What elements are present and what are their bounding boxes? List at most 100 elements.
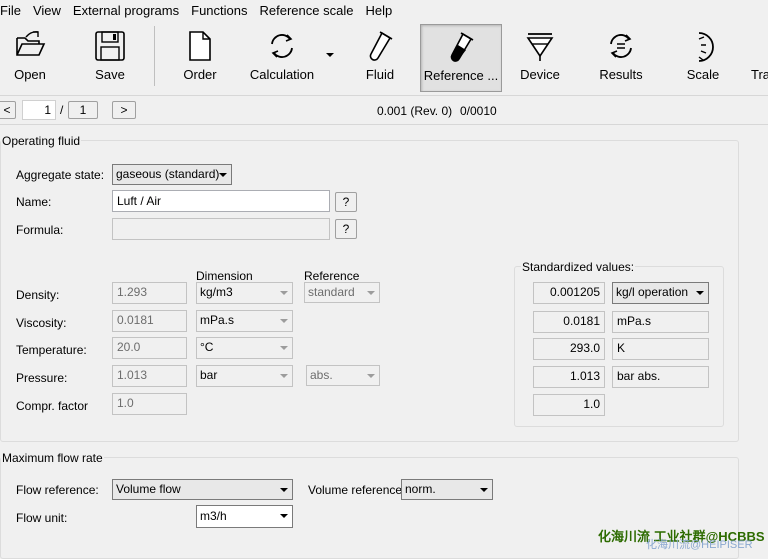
std-compr-factor-value: 1.0 — [533, 394, 605, 416]
chevron-down-icon — [280, 374, 288, 378]
viscosity-label: Viscosity: — [16, 316, 67, 330]
density-label: Density: — [16, 288, 60, 302]
formula-input[interactable] — [112, 218, 330, 240]
density-reference-select[interactable]: standard — [304, 282, 380, 303]
name-help-button[interactable]: ? — [335, 192, 357, 212]
reference-button[interactable]: Reference ... — [420, 24, 502, 92]
flow-reference-value: Volume flow — [116, 482, 181, 496]
device-label: Device — [520, 67, 560, 82]
chevron-down-icon — [367, 291, 375, 295]
standardized-values-title: Standardized values: — [521, 260, 636, 274]
device-funnel-icon — [526, 33, 554, 61]
std-viscosity-value: 0.0181 — [533, 311, 605, 333]
document-icon — [189, 31, 211, 61]
navigation-bar: < 1 / 1 > 0.001 (Rev. 0) 0/0010 — [0, 96, 768, 125]
aggregate-state-label: Aggregate state: — [16, 168, 105, 182]
std-density-unit-value: kg/l operation — [616, 285, 689, 299]
std-pressure-unit: bar abs. — [612, 366, 709, 388]
save-button[interactable]: Save — [82, 24, 138, 90]
chevron-down-icon — [280, 291, 288, 295]
calculation-dropdown-arrow-icon[interactable] — [326, 53, 334, 57]
calculation-button[interactable]: Calculation — [246, 24, 318, 90]
tra-button[interactable]: Tra — [746, 24, 768, 90]
results-label: Results — [599, 67, 643, 82]
scale-label: Scale — [686, 67, 720, 82]
dimension-header: Dimension — [196, 269, 253, 283]
temperature-label: Temperature: — [16, 343, 87, 357]
volume-reference-select[interactable]: norm. — [401, 479, 493, 500]
formula-help-button[interactable]: ? — [335, 219, 357, 239]
compr-factor-input[interactable]: 1.0 — [112, 393, 187, 415]
viscosity-input[interactable]: 0.0181 — [112, 310, 187, 332]
temperature-unit-value: °C — [200, 340, 214, 354]
compr-factor-label: Compr. factor — [16, 399, 89, 413]
pressure-reference-value: abs. — [310, 368, 333, 382]
scale-arc-icon — [698, 32, 714, 62]
operating-fluid-title: Operating fluid — [1, 134, 82, 148]
menu-external-programs[interactable]: External programs — [67, 0, 185, 22]
scale-button[interactable]: Scale — [676, 24, 730, 90]
std-temperature-unit: K — [612, 338, 709, 360]
std-pressure-value: 1.013 — [533, 366, 605, 388]
refresh-cycle-icon — [271, 34, 293, 58]
page-slash: / — [60, 103, 64, 117]
order-button[interactable]: Order — [172, 24, 228, 90]
reference-label: Reference ... — [423, 68, 499, 83]
fluid-label: Fluid — [365, 67, 395, 82]
pressure-label: Pressure: — [16, 371, 68, 385]
page-number-input[interactable]: 1 — [22, 100, 56, 120]
next-button[interactable]: > — [112, 101, 136, 119]
aggregate-state-select[interactable]: gaseous (standard) — [112, 164, 232, 185]
reference-header: Reference — [304, 269, 360, 283]
pressure-reference-select[interactable]: abs. — [306, 365, 380, 386]
menu-file[interactable]: File — [0, 0, 27, 22]
name-input[interactable]: Luft / Air — [112, 190, 330, 212]
viscosity-unit-select[interactable]: mPa.s — [196, 310, 293, 332]
device-button[interactable]: Device — [512, 24, 568, 90]
max-flow-rate-title: Maximum flow rate — [1, 451, 104, 465]
open-button[interactable]: Open — [2, 24, 58, 90]
menu-view[interactable]: View — [27, 0, 67, 22]
chevron-down-icon — [696, 291, 704, 295]
volume-reference-value: norm. — [405, 482, 436, 496]
flow-unit-value: m3/h — [200, 509, 227, 523]
chevron-down-icon — [280, 488, 288, 492]
chevron-down-icon — [367, 374, 375, 378]
chevron-down-icon — [219, 173, 227, 177]
temperature-unit-select[interactable]: °C — [196, 337, 293, 359]
density-reference-value: standard — [308, 285, 355, 299]
density-unit-value: kg/m3 — [200, 285, 233, 299]
test-tube-icon — [369, 31, 393, 61]
menu-help[interactable]: Help — [359, 0, 398, 22]
menu-functions[interactable]: Functions — [185, 0, 253, 22]
results-cycle-icon — [610, 34, 632, 58]
pressure-unit-select[interactable]: bar — [196, 365, 293, 387]
total-pages-button[interactable]: 1 — [68, 101, 98, 119]
order-label: Order — [183, 67, 217, 82]
std-density-value: 0.001205 — [533, 282, 605, 304]
aggregate-state-value: gaseous (standard) — [116, 167, 220, 181]
pressure-input[interactable]: 1.013 — [112, 365, 187, 387]
filled-test-tube-icon — [450, 32, 474, 62]
density-unit-select[interactable]: kg/m3 — [196, 282, 293, 304]
toolbar-separator — [154, 26, 155, 86]
std-density-unit-select[interactable]: kg/l operation — [612, 282, 709, 304]
record-counter: 0/0010 — [460, 104, 497, 118]
flow-reference-select[interactable]: Volume flow — [112, 479, 293, 500]
flow-unit-label: Flow unit: — [16, 511, 68, 525]
results-button[interactable]: Results — [592, 24, 650, 90]
viscosity-unit-value: mPa.s — [200, 313, 235, 327]
menu-reference-scale[interactable]: Reference scale — [254, 0, 360, 22]
formula-label: Formula: — [16, 223, 64, 237]
save-disk-icon — [95, 31, 125, 61]
std-temperature-value: 293.0 — [533, 338, 605, 360]
calculation-label: Calculation — [249, 67, 315, 82]
menu-bar: File View External programs Functions Re… — [0, 0, 768, 22]
flow-unit-select[interactable]: m3/h — [196, 505, 293, 528]
fluid-button[interactable]: Fluid — [352, 24, 408, 90]
temperature-input[interactable]: 20.0 — [112, 337, 187, 359]
revision-text: 0.001 (Rev. 0) — [377, 104, 453, 118]
tra-label: Tra — [751, 67, 768, 82]
density-input[interactable]: 1.293 — [112, 282, 187, 304]
previous-button[interactable]: < — [0, 101, 16, 119]
